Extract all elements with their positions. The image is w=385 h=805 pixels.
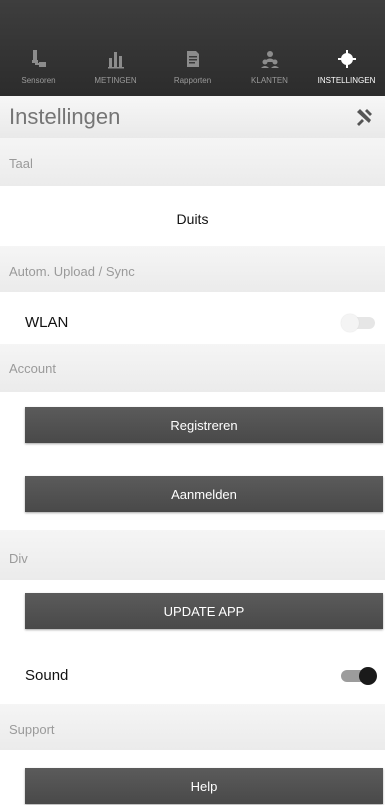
register-button[interactable]: Registreren — [25, 407, 383, 443]
clients-icon — [260, 51, 279, 68]
nav-label: KLANTEN — [251, 76, 288, 85]
wlan-label: WLAN — [25, 314, 69, 331]
tools-icon[interactable] — [353, 106, 375, 128]
section-misc: Div — [0, 530, 385, 580]
nav-item-metingen[interactable]: METINGEN — [77, 0, 154, 96]
section-sync: Autom. Upload / Sync — [0, 246, 385, 292]
nav-item-klanten[interactable]: KLANTEN — [231, 0, 308, 96]
section-title: Taal — [9, 156, 33, 171]
section-title: Support — [9, 722, 55, 737]
page-header: Instellingen — [0, 96, 385, 138]
login-button[interactable]: Aanmelden — [25, 476, 383, 512]
page-title: Instellingen — [9, 104, 121, 129]
wlan-toggle[interactable] — [341, 314, 375, 332]
nav-label: INSTELLINGEN — [317, 76, 376, 85]
sound-toggle[interactable] — [341, 667, 377, 685]
toggle-knob — [341, 314, 359, 332]
sound-label: Sound — [25, 667, 69, 684]
settings-screen: Sensoren METINGEN Rapporten KLANTEN INST… — [0, 0, 385, 805]
nav-label: Rapporten — [173, 76, 212, 85]
section-title: Autom. Upload / Sync — [9, 264, 135, 279]
language-value[interactable]: Duits — [0, 211, 385, 227]
update-app-button[interactable]: UPDATE APP — [25, 593, 383, 629]
nav-item-instellingen[interactable]: INSTELLINGEN — [308, 0, 385, 96]
bar-chart-icon — [107, 52, 124, 69]
nav-item-rapporten[interactable]: Rapporten — [154, 0, 231, 96]
report-icon — [186, 51, 199, 67]
nav-label: Sensoren — [21, 76, 56, 85]
section-title: Div — [9, 551, 28, 566]
top-nav: Sensoren METINGEN Rapporten KLANTEN INST… — [0, 0, 385, 96]
gear-icon — [337, 50, 356, 68]
section-title: Account — [9, 361, 56, 376]
sensor-icon — [31, 50, 46, 67]
section-language: Taal — [0, 138, 385, 186]
help-button[interactable]: Help — [25, 768, 383, 804]
section-support: Support — [0, 704, 385, 750]
section-account: Account — [0, 344, 385, 392]
nav-item-sensoren[interactable]: Sensoren — [0, 0, 77, 96]
toggle-knob — [359, 667, 377, 685]
nav-label: METINGEN — [94, 76, 137, 85]
